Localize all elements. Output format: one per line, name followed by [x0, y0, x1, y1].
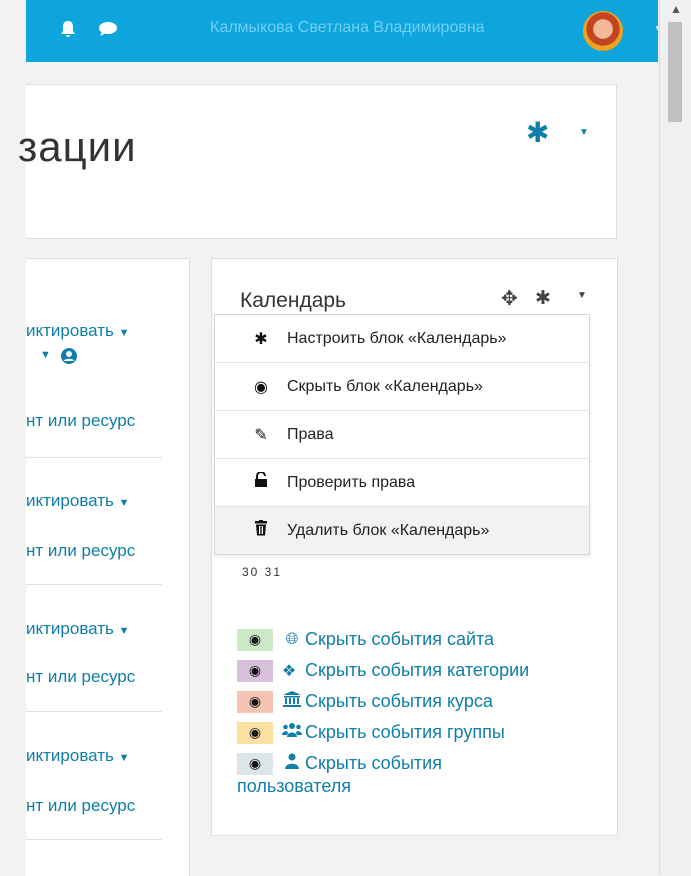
menu-item-delete[interactable]: Удалить блок «Календарь» [215, 507, 589, 554]
scroll-up-icon[interactable]: ▲ [660, 0, 691, 20]
event-filter-label: Скрыть события [305, 753, 442, 773]
unlock-icon [247, 471, 275, 493]
chevron-down-icon[interactable]: ▼ [40, 349, 51, 361]
eye-icon: ◉ [237, 659, 273, 682]
edit-menu-link[interactable]: иктировать ▼ [26, 746, 130, 766]
divider [26, 457, 162, 458]
event-filter-label: Скрыть события сайта [305, 629, 495, 649]
trash-icon [247, 520, 275, 541]
eye-icon: ◉ [237, 752, 273, 775]
event-filter-user[interactable]: ◉ Скрыть события [237, 748, 597, 779]
menu-item-label: Удалить блок «Календарь» [287, 521, 490, 539]
menu-item-permissions[interactable]: ✎ Права [215, 411, 589, 459]
calendar-days: 30 31 [242, 565, 283, 579]
gear-icon[interactable]: ✱ [535, 287, 551, 310]
menu-item-label: Проверить права [287, 473, 416, 491]
event-filter-group[interactable]: ◉ Скрыть события группы [237, 717, 597, 748]
page-title: зации [18, 123, 137, 170]
add-activity-link[interactable]: нт или ресурс [26, 796, 135, 816]
event-filter-label: Скрыть события курса [305, 691, 493, 711]
event-filter-course[interactable]: ◉ Скрыть события курса [237, 686, 597, 717]
add-activity-link[interactable]: нт или ресурс [26, 411, 135, 431]
avatar[interactable] [583, 11, 623, 51]
edit-menu-link[interactable]: иктировать ▼ [26, 491, 130, 511]
divider [26, 711, 162, 712]
chat-icon[interactable] [98, 20, 118, 42]
move-icon[interactable]: ✥ [501, 286, 518, 311]
course-sections: иктировать ▼ ▼ нт или ресурс иктировать … [26, 258, 190, 876]
divider [26, 584, 162, 585]
add-activity-link[interactable]: нт или ресурс [26, 541, 135, 561]
edit-menu-link[interactable]: иктировать ▼ [26, 321, 130, 341]
menu-item-hide[interactable]: ◉ Скрыть блок «Календарь» [215, 363, 589, 411]
bell-icon[interactable] [60, 20, 76, 43]
globe-icon: 🌐︎ [285, 630, 299, 648]
block-actions-menu: ✱ Настроить блок «Календарь» ◉ Скрыть бл… [214, 314, 590, 555]
top-navbar: Калмыкова Светлана Владимировна ▼ [26, 0, 665, 62]
cubes-icon: ❖ [281, 662, 297, 680]
scroll-thumb[interactable] [668, 22, 682, 122]
scrollbar[interactable]: ▲ [659, 0, 691, 875]
eye-icon: ◉ [237, 628, 273, 651]
menu-item-label: Настроить блок «Календарь» [287, 329, 507, 347]
event-filters: ◉ 🌐︎ Скрыть события сайта ◉ ❖ Скрыть соб… [237, 624, 597, 797]
eye-icon: ◉ [254, 378, 268, 396]
event-filter-label: Скрыть события группы [305, 722, 505, 742]
menu-item-label: Скрыть блок «Календарь» [287, 377, 483, 395]
event-filter-label-continued[interactable]: пользователя [237, 776, 597, 797]
users-icon [279, 722, 305, 743]
edit-icon: ✎ [254, 426, 268, 444]
block-title: Календарь [240, 289, 346, 312]
chevron-down-icon[interactable]: ▼ [577, 290, 587, 301]
menu-item-check-permissions[interactable]: Проверить права [215, 459, 589, 507]
gear-icon: ✱ [254, 330, 268, 348]
user-icon [279, 753, 305, 774]
page-header: зации ✱ ▼ [18, 84, 617, 239]
divider [26, 839, 162, 840]
eye-icon: ◉ [237, 721, 273, 744]
gear-icon[interactable]: ✱ [526, 116, 549, 149]
menu-item-configure[interactable]: ✱ Настроить блок «Календарь» [215, 315, 589, 363]
menu-item-label: Права [287, 425, 334, 443]
add-activity-link[interactable]: нт или ресурс [26, 667, 135, 687]
event-filter-label: Скрыть события категории [305, 660, 530, 680]
event-filter-site[interactable]: ◉ 🌐︎ Скрыть события сайта [237, 624, 597, 655]
chevron-down-icon[interactable]: ▼ [579, 127, 589, 138]
user-circle-icon[interactable] [60, 347, 78, 370]
event-filter-category[interactable]: ◉ ❖ Скрыть события категории [237, 655, 597, 686]
user-name[interactable]: Калмыкова Светлана Владимировна [210, 19, 485, 37]
university-icon [279, 691, 305, 712]
eye-icon: ◉ [237, 690, 273, 713]
edit-menu-link[interactable]: иктировать ▼ [26, 619, 130, 639]
